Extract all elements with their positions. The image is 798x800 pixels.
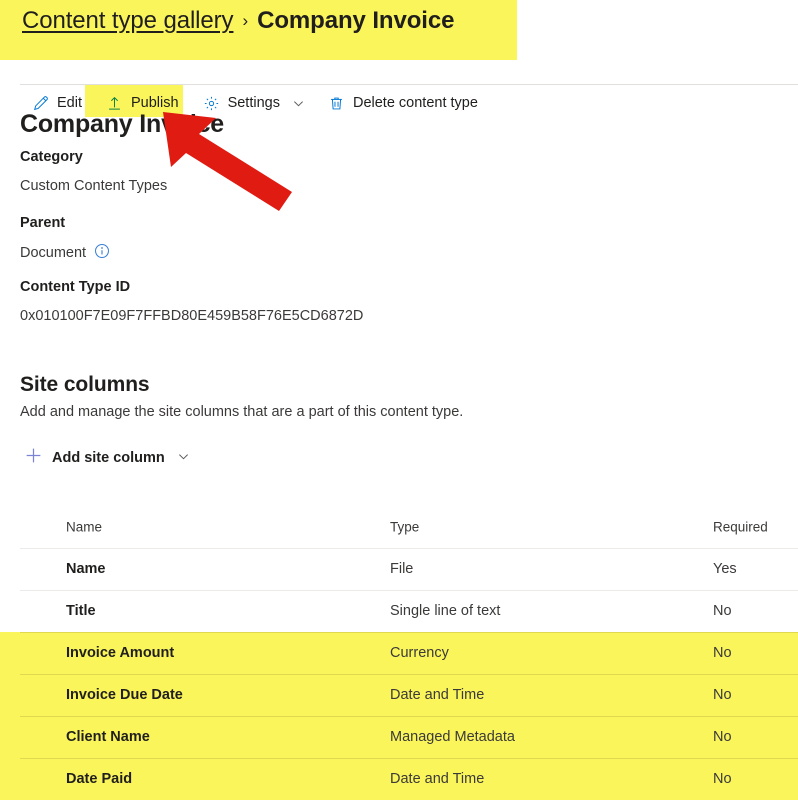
cell-required: No [713,771,732,787]
cell-type: Managed Metadata [390,729,515,745]
chevron-down-icon [178,449,189,467]
parent-value: Document [20,245,87,261]
add-site-column-button[interactable]: Add site column [24,444,189,472]
category-label: Category [20,149,83,165]
pencil-icon [32,95,49,112]
trash-icon [328,95,345,112]
publish-button-label: Publish [131,95,179,111]
table-row[interactable]: Date Paid Date and Time No [0,758,798,800]
page-title: Company Invoice [20,110,224,138]
cell-required: No [713,729,732,745]
table-row[interactable]: Client Name Managed Metadata No [0,716,798,758]
table-header-row: Name Type Required [0,506,798,548]
category-value: Custom Content Types [20,178,168,194]
cell-name: Name [66,561,106,577]
delete-content-type-button-label: Delete content type [352,95,478,111]
chevron-down-icon [293,98,304,109]
site-columns-table: Name Type Required Name File Yes Title S… [0,506,798,800]
edit-button-label: Edit [57,95,82,111]
column-header-required[interactable]: Required [713,520,768,535]
cell-required: No [713,687,732,703]
cell-type: Currency [390,645,449,661]
breadcrumb-chevron-icon: › [242,11,249,30]
cell-type: Date and Time [390,687,485,703]
cell-name: Invoice Amount [66,645,175,661]
add-site-column-label: Add site column [52,450,165,466]
settings-button-label: Settings [227,95,280,111]
breadcrumb-region: Content type gallery › Company Invoice [0,0,798,60]
column-header-name[interactable]: Name [66,520,102,535]
cell-type: Date and Time [390,771,485,787]
column-header-type[interactable]: Type [390,520,419,535]
cell-required: No [713,603,732,619]
gear-icon [203,95,220,112]
cell-name: Title [66,603,96,619]
table-row[interactable]: Invoice Amount Currency No [0,632,798,674]
breadcrumb-link-content-type-gallery[interactable]: Content type gallery [22,7,234,35]
site-columns-description: Add and manage the site columns that are… [20,404,464,420]
table-row[interactable]: Name File Yes [0,548,798,590]
cell-name: Client Name [66,729,150,745]
parent-label: Parent [20,215,66,231]
breadcrumb-current-page: Company Invoice [257,7,455,34]
plus-icon [24,446,43,470]
cell-required: Yes [713,561,737,577]
table-row[interactable]: Title Single line of text No [0,590,798,632]
breadcrumb: Content type gallery › Company Invoice [22,7,454,35]
table-row[interactable]: Invoice Due Date Date and Time No [0,674,798,716]
cell-type: File [390,561,414,577]
cell-name: Invoice Due Date [66,687,183,703]
cell-required: No [713,645,732,661]
content-type-id-label: Content Type ID [20,279,131,295]
site-columns-heading: Site columns [20,373,150,396]
delete-content-type-button[interactable]: Delete content type [316,89,490,117]
info-icon[interactable] [94,243,110,263]
parent-row: Document [20,243,110,263]
content-type-id-value: 0x010100F7E09F7FFBD80E459B58F76E5CD6872D [20,308,364,324]
publish-upload-icon [106,95,123,112]
cell-name: Date Paid [66,771,133,787]
cell-type: Single line of text [390,603,501,619]
